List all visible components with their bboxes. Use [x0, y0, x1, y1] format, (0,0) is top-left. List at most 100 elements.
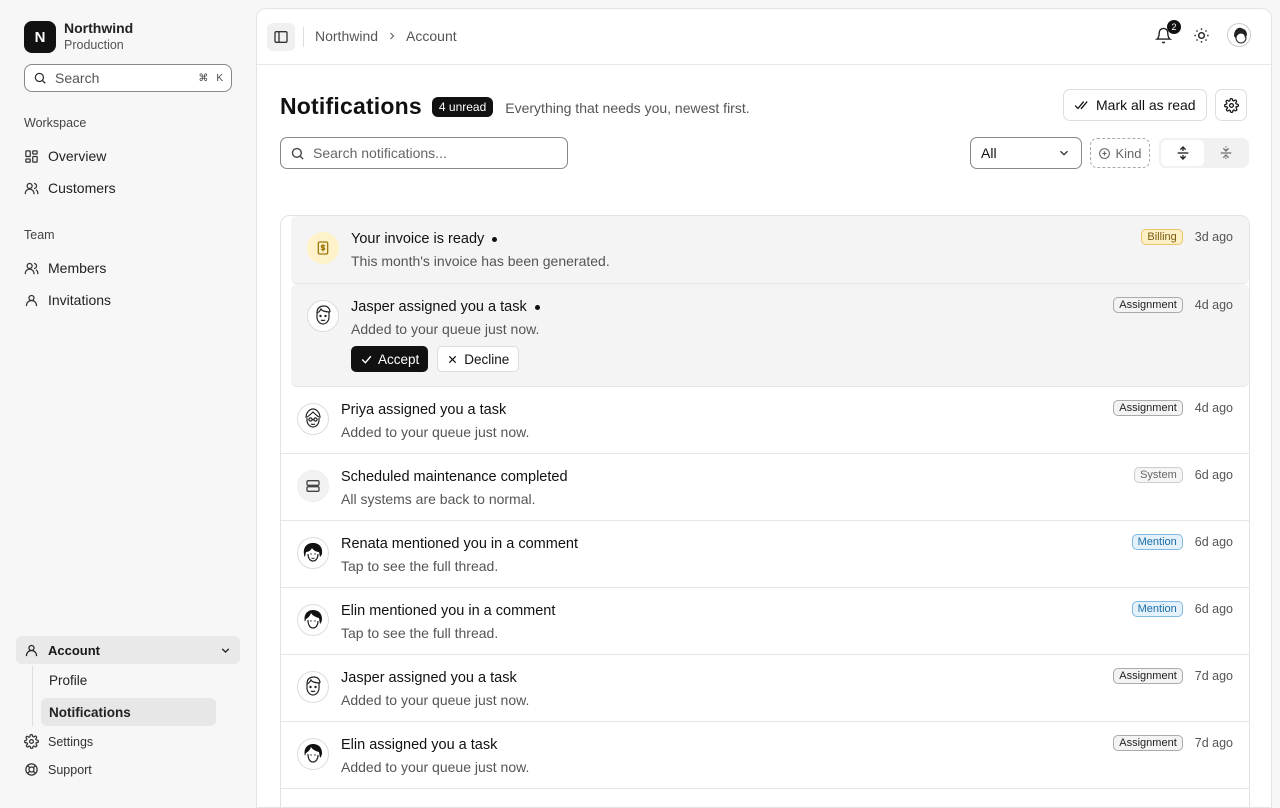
- kind-tag: Assignment: [1113, 668, 1183, 684]
- notification-subtitle: Added to your queue just now.: [341, 692, 530, 708]
- sidebar-toggle-button[interactable]: [267, 23, 295, 51]
- top-bar: Northwind Account 2: [257, 9, 1271, 65]
- panel-left-icon: [274, 31, 288, 43]
- notification-row[interactable]: Elin mentioned you in a comment Tap to s…: [281, 588, 1249, 655]
- accept-button[interactable]: Accept: [351, 346, 429, 372]
- users-icon: [24, 262, 39, 274]
- avatar: [307, 300, 339, 332]
- divider: [303, 27, 304, 47]
- sidebar-item-overview[interactable]: Overview: [24, 144, 106, 168]
- sidebar-item-label: Support: [48, 762, 92, 777]
- user-icon: [25, 644, 38, 656]
- notification-row[interactable]: Jasper assigned you a task Added to your…: [281, 655, 1249, 722]
- sidebar-item-label: Account: [48, 642, 100, 658]
- sidebar-subitem-label: Notifications: [49, 704, 131, 720]
- check-double-icon: [1074, 101, 1088, 110]
- timestamp: 6d ago: [1194, 468, 1233, 482]
- theme-toggle-button[interactable]: [1189, 23, 1213, 47]
- sidebar-item-label: Overview: [48, 148, 107, 164]
- notification-title: Your invoice is ready: [351, 231, 485, 247]
- org-environment: Production: [64, 38, 124, 52]
- unread-dot: [534, 304, 540, 310]
- sidebar-item-support[interactable]: Support: [24, 762, 92, 777]
- sun-icon: [1193, 27, 1209, 43]
- server-icon: [297, 470, 329, 502]
- breadcrumb-root[interactable]: Northwind: [315, 28, 378, 44]
- notification-subtitle: This month's invoice has been generated.: [351, 253, 610, 269]
- kind-tag: Assignment: [1113, 297, 1183, 313]
- user-icon: [25, 294, 38, 306]
- search-icon: [34, 72, 46, 84]
- timestamp: 7d ago: [1194, 736, 1233, 750]
- notification-settings-button[interactable]: [1215, 89, 1247, 121]
- status-filter-select[interactable]: All: [970, 137, 1082, 169]
- sidebar-search-placeholder: Search: [55, 70, 100, 86]
- notification-subtitle: All systems are back to normal.: [341, 491, 536, 507]
- chevron-down-icon: [221, 647, 230, 653]
- decline-label: Decline: [464, 351, 510, 367]
- notification-row[interactable]: Scheduled maintenance completed All syst…: [281, 454, 1249, 521]
- kind-filter-button[interactable]: Kind: [1090, 138, 1150, 168]
- plus-circle-icon: [1099, 147, 1111, 159]
- search-icon: [291, 147, 304, 160]
- close-icon: [449, 355, 457, 363]
- sidebar-subitem-notifications[interactable]: Notifications: [41, 698, 216, 726]
- user-avatar-illustration: [1234, 27, 1247, 44]
- timestamp: 4d ago: [1194, 298, 1233, 312]
- sidebar-item-label: Customers: [48, 180, 116, 196]
- avatar: [297, 537, 329, 569]
- timestamp: 4d ago: [1194, 401, 1233, 415]
- sidebar-item-members[interactable]: Members: [24, 256, 106, 280]
- page-title: Notifications: [280, 93, 422, 119]
- sidebar-item-label: Settings: [48, 734, 94, 749]
- collapse-view-button[interactable]: [1204, 140, 1247, 166]
- sidebar-subitem-profile[interactable]: Profile: [41, 666, 216, 694]
- org-name: Northwind: [64, 20, 134, 36]
- notifications-button[interactable]: 2: [1151, 20, 1181, 47]
- notification-row[interactable]: Priya assigned you a task Added to your …: [281, 387, 1249, 454]
- avatar: [297, 604, 329, 636]
- user-avatar[interactable]: [1227, 23, 1251, 47]
- notification-row[interactable]: Elin assigned you a task Added to your q…: [281, 722, 1249, 789]
- chevron-down-icon: [1060, 150, 1068, 156]
- status-filter-value: All: [981, 145, 997, 161]
- notification-row[interactable]: Jasper assigned you a task Added to your…: [291, 284, 1249, 387]
- notification-title: Scheduled maintenance completed: [341, 469, 568, 485]
- notification-row[interactable]: Renata mentioned you in a comment Tap to…: [281, 521, 1249, 588]
- sidebar-search[interactable]: Search ⌘ K: [24, 64, 232, 92]
- notification-list: Your invoice is ready This month's invoi…: [280, 215, 1250, 807]
- avatar: [297, 403, 329, 435]
- timestamp: 6d ago: [1194, 535, 1233, 549]
- expand-view-button[interactable]: [1161, 140, 1204, 166]
- notification-subtitle: Added to your queue just now.: [351, 321, 540, 337]
- breadcrumb-current: Account: [406, 28, 457, 44]
- kind-tag: Assignment: [1113, 400, 1183, 416]
- invoice-icon: [307, 232, 339, 264]
- notification-row[interactable]: Your invoice is ready This month's invoi…: [291, 216, 1249, 284]
- notification-title: Jasper assigned you a task: [341, 670, 517, 686]
- notification-subtitle: Added to your queue just now.: [341, 759, 530, 775]
- timestamp: 7d ago: [1194, 669, 1233, 683]
- main-panel: Northwind Account 2 Notifications 4 unre…: [256, 8, 1272, 808]
- decline-button[interactable]: Decline: [437, 346, 520, 372]
- sidebar-item-settings[interactable]: Settings: [24, 734, 93, 749]
- notification-row[interactable]: [281, 789, 1249, 807]
- notification-title: Elin assigned you a task: [341, 737, 498, 753]
- notification-search-input[interactable]: Search notifications...: [280, 137, 568, 169]
- org-switcher[interactable]: N Northwind Production: [24, 20, 133, 54]
- notification-subtitle: Added to your queue just now.: [341, 424, 530, 440]
- sidebar-item-label: Members: [48, 260, 107, 276]
- users-icon: [24, 182, 39, 194]
- kind-tag: System: [1134, 467, 1183, 483]
- collapse-vertical-icon: [1220, 146, 1231, 160]
- unread-dot: [492, 236, 498, 242]
- kind-tag: Billing: [1141, 229, 1183, 245]
- sidebar-item-customers[interactable]: Customers: [24, 176, 116, 200]
- sidebar-item-invitations[interactable]: Invitations: [24, 288, 111, 312]
- lifebuoy-icon: [25, 763, 38, 776]
- notification-subtitle: Tap to see the full thread.: [341, 625, 499, 641]
- density-toggle: [1159, 138, 1249, 168]
- mark-all-read-label: Mark all as read: [1096, 97, 1196, 113]
- mark-all-read-button[interactable]: Mark all as read: [1063, 89, 1207, 121]
- sidebar-item-account[interactable]: Account: [16, 636, 240, 664]
